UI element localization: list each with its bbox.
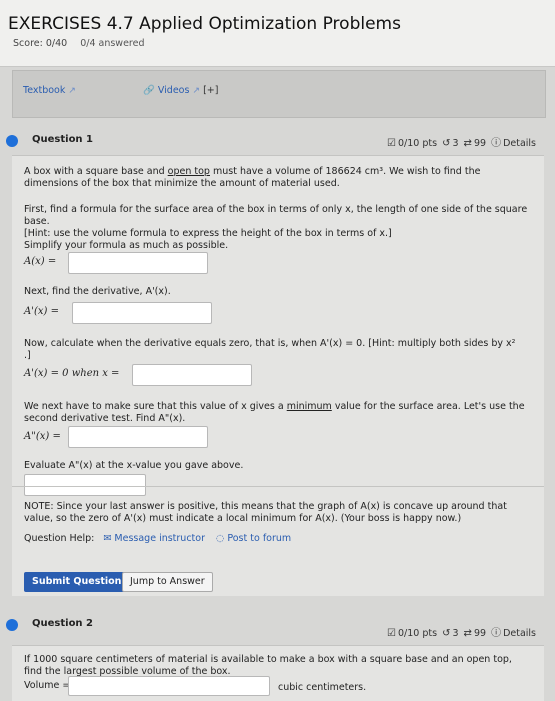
video-clip-icon: 🔗 (143, 85, 155, 96)
question-1-meta: ☑ 0/10 pts ↺ 3 ⇄ 99 ⓘ Details (385, 134, 536, 149)
zero-label: A'(x) = 0 when x = (24, 368, 120, 379)
checkbox-icon: ☑ (387, 138, 396, 149)
question-2-title: Question 2 (32, 618, 93, 629)
videos-label: Videos (157, 85, 190, 96)
step-3-text: Now, calculate when the derivative equal… (24, 338, 516, 349)
minimum-link[interactable]: minimum (287, 401, 332, 412)
answered-count: 0/4 answered (80, 38, 145, 49)
derivative-label: A'(x) = (24, 306, 59, 317)
note-text: NOTE: Since your last answer is positive… (24, 501, 507, 524)
step-4-text: We next have to make sure that this valu… (24, 401, 529, 425)
step-5-text: Evaluate A"(x) at the x-value you gave a… (24, 460, 244, 471)
videos-expand[interactable]: [+] (203, 85, 218, 96)
area-label: A(x) = (24, 256, 57, 267)
question-status-dot-icon (6, 135, 18, 147)
message-instructor-link[interactable]: Message instructor (114, 533, 205, 544)
area-formula-input[interactable] (68, 252, 208, 274)
videos-link[interactable]: 🔗 Videos ↗ [+] (143, 85, 218, 96)
question-1-body: A box with a square base and open top mu… (12, 155, 544, 596)
assignment-header: EXERCISES 4.7 Applied Optimization Probl… (0, 0, 555, 67)
question-2-meta: ☑ 0/10 pts ↺ 3 ⇄ 99 ⓘ Details (385, 624, 536, 639)
question-1-points: 0/10 pts (397, 138, 438, 149)
submit-question-button[interactable]: Submit Question (24, 572, 130, 592)
question-2-points: 0/10 pts (397, 628, 438, 639)
retry-icon: ↺ (442, 628, 451, 639)
attempts-icon: ⇄ (463, 628, 472, 639)
question-2-details[interactable]: Details (503, 628, 536, 639)
textbook-link[interactable]: Textbook ↗ (23, 85, 76, 96)
jump-to-answer-button[interactable]: Jump to Answer (122, 572, 213, 592)
question-2-text: If 1000 square centimeters of material i… (24, 654, 512, 677)
forum-icon: ◌ (216, 533, 225, 544)
score-label: Score: 0/40 (13, 38, 68, 49)
step-1-text: First, find a formula for the surface ar… (24, 204, 528, 227)
volume-unit: cubic centimeters. (278, 682, 367, 693)
attempts-icon: ⇄ (463, 138, 472, 149)
checkbox-icon: ☑ (387, 628, 396, 639)
second-derivative-label: A"(x) = (24, 431, 61, 442)
retry-icon: ↺ (442, 138, 451, 149)
question-1-title: Question 1 (32, 134, 93, 145)
info-icon: ⓘ (491, 138, 502, 149)
question-2-attempts: 99 (473, 628, 487, 639)
hint-1-text: [Hint: use the volume formula to express… (24, 228, 392, 239)
question-1-attempts: 99 (473, 138, 487, 149)
question-2-retries: 3 (452, 628, 459, 639)
question-help-row: Question Help: ✉ Message instructor ◌ Po… (24, 533, 529, 545)
mail-icon: ✉ (103, 533, 112, 544)
volume-input[interactable] (68, 676, 270, 696)
question-1-intro: A box with a square base and open top mu… (24, 166, 529, 190)
question-1-header: Question 1 ☑ 0/10 pts ↺ 3 ⇄ 99 ⓘ Details (6, 128, 544, 154)
second-derivative-input[interactable] (68, 426, 208, 448)
open-top-link[interactable]: open top (168, 166, 210, 177)
step-3-end: .] (24, 350, 31, 361)
note-box: NOTE: Since your last answer is positive… (12, 486, 544, 559)
critical-point-input[interactable] (132, 364, 252, 386)
score-line: Score: 0/40 0/4 answered (13, 38, 155, 49)
step-4-before: We next have to make sure that this valu… (24, 401, 287, 412)
step-2-text: Next, find the derivative, A'(x). (24, 286, 171, 297)
external-link-icon: ↗ (192, 86, 201, 96)
intro-text: A box with a square base and (24, 166, 168, 177)
info-icon: ⓘ (491, 628, 502, 639)
question-status-dot-icon (6, 619, 18, 631)
question-help-label: Question Help: (24, 533, 95, 544)
simplify-text: Simplify your formula as much as possibl… (24, 240, 229, 251)
textbook-label: Textbook (23, 85, 66, 96)
volume-label: Volume = (24, 680, 71, 691)
question-1-details[interactable]: Details (503, 138, 536, 149)
question-1-retries: 3 (452, 138, 459, 149)
question-2-body: If 1000 square centimeters of material i… (12, 645, 544, 701)
resources-bar: Textbook ↗ 🔗 Videos ↗ [+] (12, 70, 546, 118)
page-title: EXERCISES 4.7 Applied Optimization Probl… (8, 14, 401, 34)
question-2-header: Question 2 ☑ 0/10 pts ↺ 3 ⇄ 99 ⓘ Details (6, 612, 544, 639)
post-forum-link[interactable]: Post to forum (227, 533, 291, 544)
external-link-icon: ↗ (68, 86, 76, 96)
derivative-input[interactable] (72, 302, 212, 324)
